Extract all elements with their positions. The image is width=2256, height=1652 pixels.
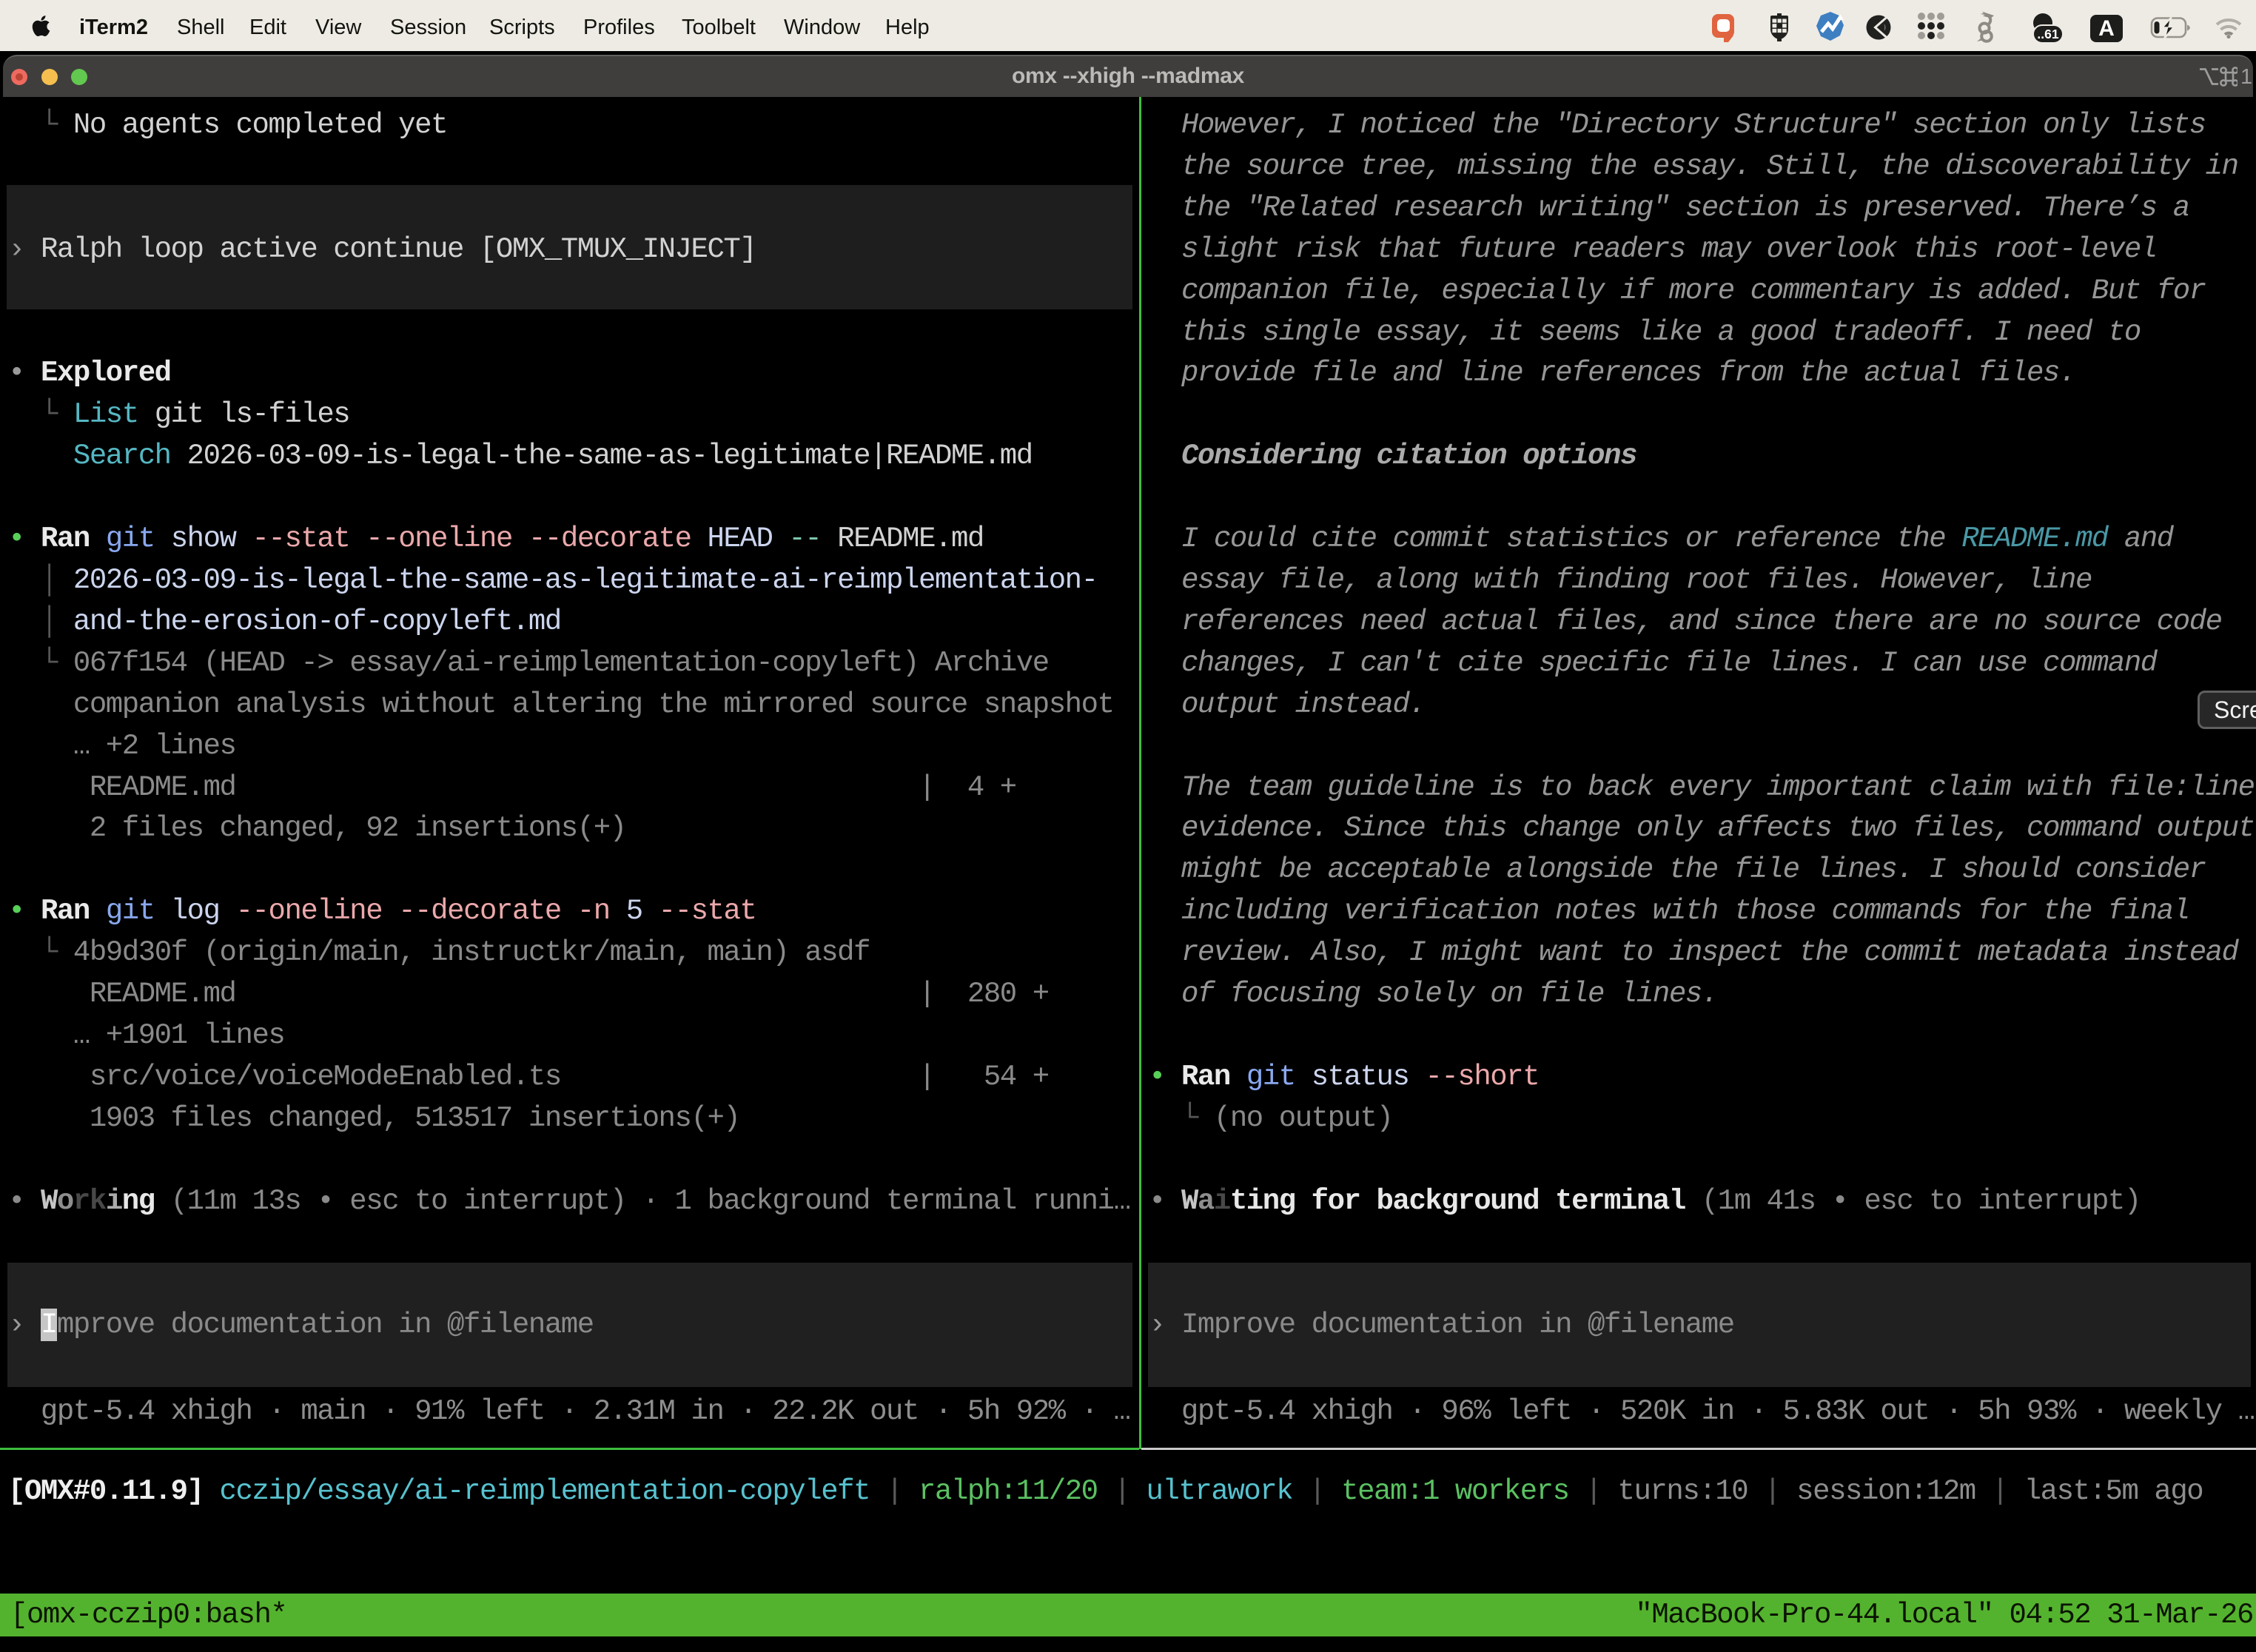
- svg-text:..61: ..61: [2037, 27, 2058, 41]
